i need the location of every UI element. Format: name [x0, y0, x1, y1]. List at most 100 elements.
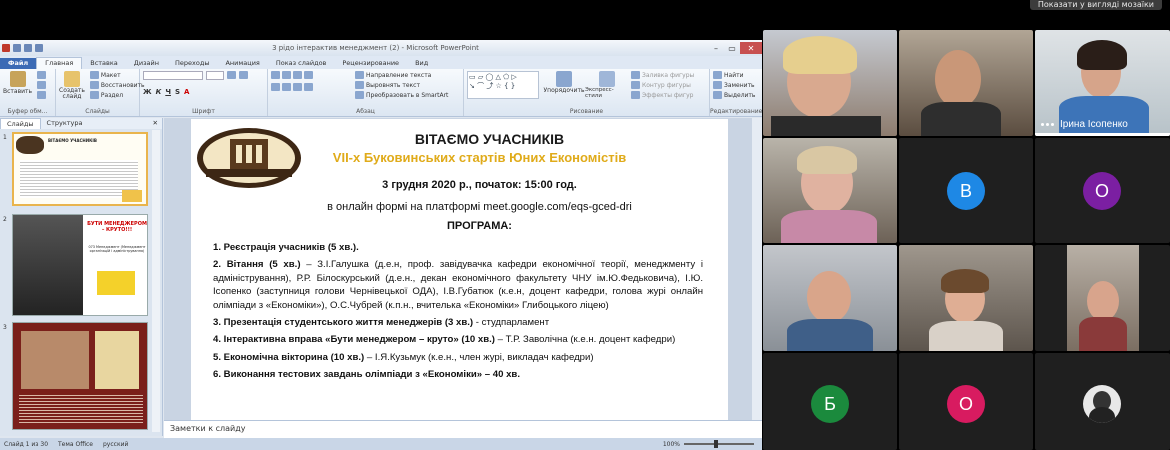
tab-slideshow[interactable]: Показ слайдов [268, 58, 335, 69]
outdent-icon[interactable] [304, 71, 313, 79]
maximize-icon[interactable]: ▭ [724, 42, 740, 54]
font-group: Ж К Ч S A Шрифт [140, 69, 268, 116]
clipboard-group: Вставить Буфер обм... [0, 69, 56, 116]
thumbnail-title: ВІТАЄМО УЧАСНИКІВ [48, 138, 97, 143]
copy-icon[interactable] [37, 81, 47, 89]
quick-styles-button[interactable]: Экспресс-стили [585, 87, 629, 99]
participant-tile-11[interactable]: О [899, 353, 1033, 450]
align-left-icon[interactable] [271, 83, 280, 91]
drawing-label: Рисование [569, 108, 604, 115]
participant-tile-2[interactable] [899, 30, 1033, 136]
section-button[interactable]: Раздел [89, 91, 145, 99]
tab-transitions[interactable]: Переходы [167, 58, 217, 69]
cut-icon[interactable] [37, 71, 47, 79]
bold-icon[interactable]: Ж [143, 88, 152, 96]
participant-avatar: О [947, 385, 985, 423]
tab-insert[interactable]: Вставка [82, 58, 126, 69]
program-item: 2. Вітання (5 хв.) – З.І.Галушка (д.е.н,… [213, 259, 703, 311]
participant-tile-5[interactable]: В [899, 138, 1033, 243]
shrink-font-icon[interactable] [239, 71, 248, 79]
bullets-icon[interactable] [271, 71, 280, 79]
window-title: 3 рідо інтерактив менеджмент (2) - Micro… [272, 44, 479, 52]
more-options-icon[interactable] [1041, 123, 1054, 126]
close-pane-icon[interactable]: ✕ [149, 118, 162, 129]
paste-button[interactable]: Вставить [3, 88, 32, 95]
participant-tile-8[interactable] [899, 245, 1033, 351]
underline-icon[interactable]: Ч [165, 88, 171, 96]
shape-fill-button[interactable]: Заливка фигуры [631, 71, 694, 79]
grow-font-icon[interactable] [227, 71, 236, 79]
thumbnail-sub: 073 Менеджмент (Менеджмент організацій і… [88, 245, 146, 253]
notes-pane[interactable]: Заметки к слайду [164, 420, 762, 438]
participant-tile-4[interactable] [763, 138, 897, 243]
slide-scrollbar[interactable] [752, 118, 762, 450]
font-size-select[interactable] [206, 71, 224, 80]
slides-pane-scrollbar[interactable] [152, 130, 160, 432]
font-name-select[interactable] [143, 71, 203, 80]
thumbnail-hat [122, 190, 142, 202]
tab-animation[interactable]: Анимация [217, 58, 267, 69]
tab-outline[interactable]: Структура [41, 118, 89, 129]
tab-home[interactable]: Главная [36, 57, 83, 69]
program-list: 1. Реєстрація учасників (5 хв.). 2. Віта… [213, 241, 703, 386]
align-right-icon[interactable] [293, 83, 302, 91]
slides-label: Слайды [85, 108, 110, 115]
participant-clothes [771, 116, 881, 136]
indent-icon[interactable] [293, 71, 302, 79]
find-button[interactable]: Найти [713, 71, 759, 79]
program-item: 5. Економічна вікторина (10 хв.) – І.Я.К… [213, 351, 594, 363]
replace-button[interactable]: Заменить [713, 81, 759, 89]
format-painter-icon[interactable] [37, 91, 47, 99]
strike-icon[interactable]: S [175, 88, 180, 96]
participant-tile-10[interactable]: Б [763, 353, 897, 450]
tab-review[interactable]: Рецензирование [334, 58, 407, 69]
participant-tile-7[interactable] [763, 245, 897, 351]
shapes-gallery[interactable]: ▭ ▱ ◯ △ ⬠ ▷ ↘ ⌒ ⤴ ☆ { } [467, 71, 539, 99]
shape-outline-button[interactable]: Контур фигуры [631, 81, 694, 89]
shape-effects-button[interactable]: Эффекты фигур [631, 91, 694, 99]
redo-icon[interactable] [35, 44, 43, 52]
participant-tile-6[interactable]: О [1035, 138, 1170, 243]
align-center-icon[interactable] [282, 83, 291, 91]
close-icon[interactable]: ✕ [740, 42, 762, 54]
tab-design[interactable]: Дизайн [126, 58, 167, 69]
tab-file[interactable]: Файл [0, 58, 37, 69]
tab-slides[interactable]: Слайды [0, 118, 41, 129]
zoom-level[interactable]: 100% [663, 441, 680, 448]
slide-counter: Слайд 1 из 30 [4, 440, 49, 448]
program-item: 3. Презентація студентського життя менед… [213, 317, 550, 329]
numbering-icon[interactable] [282, 71, 291, 79]
participant-name: Ірина Ісопенко [1060, 119, 1128, 130]
participant-face [1087, 281, 1119, 321]
slides-pane: Слайды Структура ✕ 1 ВІТАЄМО УЧАСНИКІВ 2… [0, 118, 163, 436]
slide-title: ВІТАЄМО УЧАСНИКІВ [414, 131, 565, 147]
convert-smartart-button[interactable]: Преобразовать в SmartArt [355, 91, 448, 99]
language[interactable]: русский [103, 441, 128, 448]
new-slide-icon[interactable] [63, 71, 80, 87]
participant-tile-12[interactable] [1035, 353, 1170, 450]
tab-view[interactable]: Вид [407, 58, 436, 69]
save-icon[interactable] [13, 44, 21, 52]
select-button[interactable]: Выделить [713, 91, 759, 99]
text-direction-button[interactable]: Направление текста [355, 71, 448, 79]
paste-icon[interactable] [9, 71, 26, 87]
minimize-icon[interactable]: – [708, 42, 724, 54]
drawing-group: ▭ ▱ ◯ △ ⬠ ▷ ↘ ⌒ ⤴ ☆ { } Упорядочить Экспр… [464, 69, 710, 116]
slide-canvas[interactable]: ВІТАЄМО УЧАСНИКІВ VII-х Буковинських ста… [191, 119, 728, 450]
reset-button[interactable]: Восстановить [89, 81, 145, 89]
participant-tile-9[interactable] [1035, 245, 1170, 351]
create-slide-button[interactable]: Создать слайд [59, 88, 85, 100]
layout-button[interactable]: Макет [89, 71, 145, 79]
participant-tile-3[interactable]: Ірина Ісопенко [1035, 30, 1170, 136]
italic-icon[interactable]: К [156, 88, 162, 96]
arrange-button[interactable]: Упорядочить [544, 87, 585, 94]
quick-styles-icon[interactable] [599, 71, 615, 87]
font-color-icon[interactable]: A [184, 88, 189, 96]
editing-label: Редактирование [710, 108, 762, 115]
align-text-button[interactable]: Выровнять текст [355, 81, 448, 89]
undo-icon[interactable] [24, 44, 32, 52]
participant-tile-1[interactable] [763, 30, 897, 136]
arrange-icon[interactable] [556, 71, 572, 87]
justify-icon[interactable] [304, 83, 313, 91]
zoom-slider[interactable] [684, 440, 754, 448]
